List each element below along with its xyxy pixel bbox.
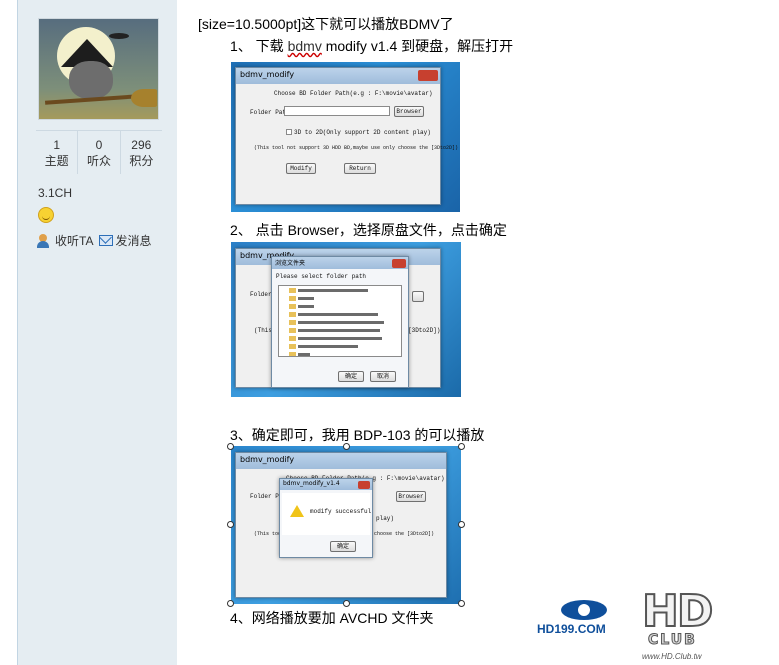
stat-threads[interactable]: 1 主题 [36, 131, 79, 174]
choose-prompt: Choose BD Folder Path(e.g : F:\movie\ava… [274, 90, 433, 97]
warning-icon [290, 505, 304, 517]
screenshot-bdmv-modify[interactable]: bdmv_modify Choose BD Folder Path(e.g : … [231, 62, 460, 212]
return-button: Return [344, 163, 376, 174]
user-group: 3.1CH [38, 186, 73, 200]
3d-to-2d-checkbox [286, 129, 292, 135]
window-title: bdmv_modify [236, 68, 440, 84]
dialog-title: 浏览文件夹 [272, 257, 408, 269]
step-1-link[interactable]: bdmv [288, 38, 322, 54]
resize-handle-mr[interactable] [458, 521, 465, 528]
modify-button: Modify [286, 163, 316, 174]
resize-handle-tl[interactable] [227, 443, 234, 450]
browse-button: Browser [394, 106, 424, 117]
dialog-prompt: Please select folder path [276, 273, 367, 280]
message-label: 发消息 [115, 234, 152, 248]
mail-icon [99, 235, 114, 246]
success-dialog: bdmv_modify_v1.4 modify successful 确定 [279, 478, 373, 558]
user-sidebar: 1 主题 0 听众 296 积分 3.1CH 收听TA 发消息 [17, 0, 177, 665]
avatar[interactable] [38, 18, 159, 120]
user-actions: 收听TA 发消息 [37, 232, 151, 249]
tool-note-end-success: choose the [3Dto2D]) [374, 531, 435, 537]
success-ok-button: 确定 [330, 541, 356, 552]
broom-tail-graphic [131, 89, 157, 107]
follow-label: 收听TA [55, 234, 94, 248]
3d-to-2d-label: 3D to 2D(Only support 2D content play) [294, 129, 431, 136]
stat-threads-count[interactable]: 1 [36, 137, 77, 153]
dialog-close-icon [392, 259, 406, 268]
app-window: bdmv_modify Choose BD Folder Path(e.g : … [235, 67, 458, 205]
stat-followers-label[interactable]: 听众 [78, 153, 119, 169]
tool-note: (This tool not support 3D HDD BD,maybe u… [254, 145, 459, 151]
step-1-prefix: 1、 下载 [230, 38, 288, 54]
step-1-text: 1、 下载 bdmv modify v1.4 到硬盘，解压打开 [230, 36, 513, 56]
hd199-text: HD199.COM [537, 622, 606, 636]
post-content: [size=10.5000pt]这下就可以播放BDMV了 1、 下载 bdmv … [198, 0, 778, 665]
hd199-eye-logo [561, 600, 607, 620]
folder-tree [278, 285, 402, 357]
folder-path-input [284, 106, 390, 116]
step-4-text: 4、网络播放要加 AVCHD 文件夹 [230, 610, 434, 626]
hd-club-hd-text: HD [641, 585, 714, 638]
dialog-cancel-button: 取消 [370, 371, 396, 382]
resize-handle-bl[interactable] [227, 600, 234, 607]
resize-handle-tr[interactable] [458, 443, 465, 450]
resize-handle-tc[interactable] [343, 443, 350, 450]
browse-button-behind [412, 291, 424, 302]
step-3-text: 3、确定即可，我用 BDP-103 的可以播放 [230, 427, 485, 443]
user-stats: 1 主题 0 听众 296 积分 [36, 130, 162, 174]
stat-threads-label[interactable]: 主题 [36, 153, 77, 169]
tool-note-start-behind: (This [254, 327, 273, 334]
resize-handle-bc[interactable] [343, 600, 350, 607]
success-dialog-close-icon [358, 481, 370, 489]
hd-club-logo: HD CLUB www.HD.Club.tw [640, 582, 730, 662]
follow-button[interactable]: 收听TA [37, 232, 93, 249]
window-title-success: bdmv_modify [236, 453, 446, 469]
stat-points[interactable]: 296 积分 [121, 131, 162, 174]
stat-followers[interactable]: 0 听众 [78, 131, 121, 174]
browse-folder-dialog: 浏览文件夹 Please select folder path 确定 取消 [271, 256, 409, 388]
resize-handle-br[interactable] [458, 600, 465, 607]
stat-points-label[interactable]: 积分 [121, 153, 162, 169]
screenshot-browse-folder[interactable]: bdmv_modify Folder Path: (This [3Dto2D])… [231, 242, 461, 397]
hd-club-url: www.HD.Club.tw [642, 652, 702, 661]
stat-followers-count[interactable]: 0 [78, 137, 119, 153]
dialog-ok-button: 确定 [338, 371, 364, 382]
smiley-icon [38, 207, 54, 223]
witch-head-graphic [69, 61, 113, 99]
hd-club-club-text: CLUB [648, 632, 697, 649]
close-icon [418, 70, 438, 81]
stat-points-count[interactable]: 296 [121, 137, 162, 153]
follow-icon [37, 233, 53, 248]
post-line-intro: [size=10.5000pt]这下就可以播放BDMV了 [198, 16, 454, 32]
resize-handle-ml[interactable] [227, 521, 234, 528]
step-2-text: 2、 点击 Browser，选择原盘文件，点击确定 [230, 222, 507, 238]
step-1-suffix: modify v1.4 到硬盘，解压打开 [321, 38, 514, 54]
browse-button-success: Browser [396, 491, 426, 502]
tool-note-end-behind: [3Dto2D]) [408, 327, 441, 334]
screenshot-modify-success[interactable]: bdmv_modify Choose BD Folder Path(e.g : … [231, 446, 461, 604]
message-button[interactable]: 发消息 [99, 232, 151, 249]
success-message: modify successful [310, 508, 372, 515]
checkbox-tail-success: play) [376, 515, 395, 522]
